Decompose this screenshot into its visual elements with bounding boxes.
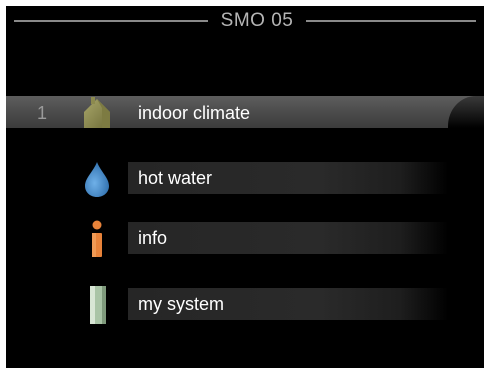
menu-item-label: info	[138, 228, 168, 248]
menu-item-label: hot water	[138, 168, 213, 188]
house-icon	[84, 97, 110, 128]
display-screen: SMO 05 1 indoor climate hot water info m…	[6, 6, 484, 368]
title-rule-left	[14, 20, 208, 22]
menu-item-indoor-climate[interactable]: 1 indoor climate	[6, 96, 484, 130]
menu-item-number: 1	[37, 103, 48, 123]
menu-item-label: indoor climate	[138, 103, 251, 123]
info-icon	[92, 220, 102, 257]
system-unit-icon	[90, 286, 106, 324]
page-title: SMO 05	[220, 10, 294, 31]
title-rule-right	[306, 20, 476, 22]
menu-item-label: my system	[138, 294, 225, 314]
menu-item-info[interactable]: info	[6, 220, 484, 257]
menu-item-hot-water[interactable]: hot water	[6, 162, 484, 197]
menu-item-my-system[interactable]: my system	[6, 286, 484, 324]
water-drop-icon	[85, 162, 109, 197]
menu-item-background	[128, 222, 448, 254]
